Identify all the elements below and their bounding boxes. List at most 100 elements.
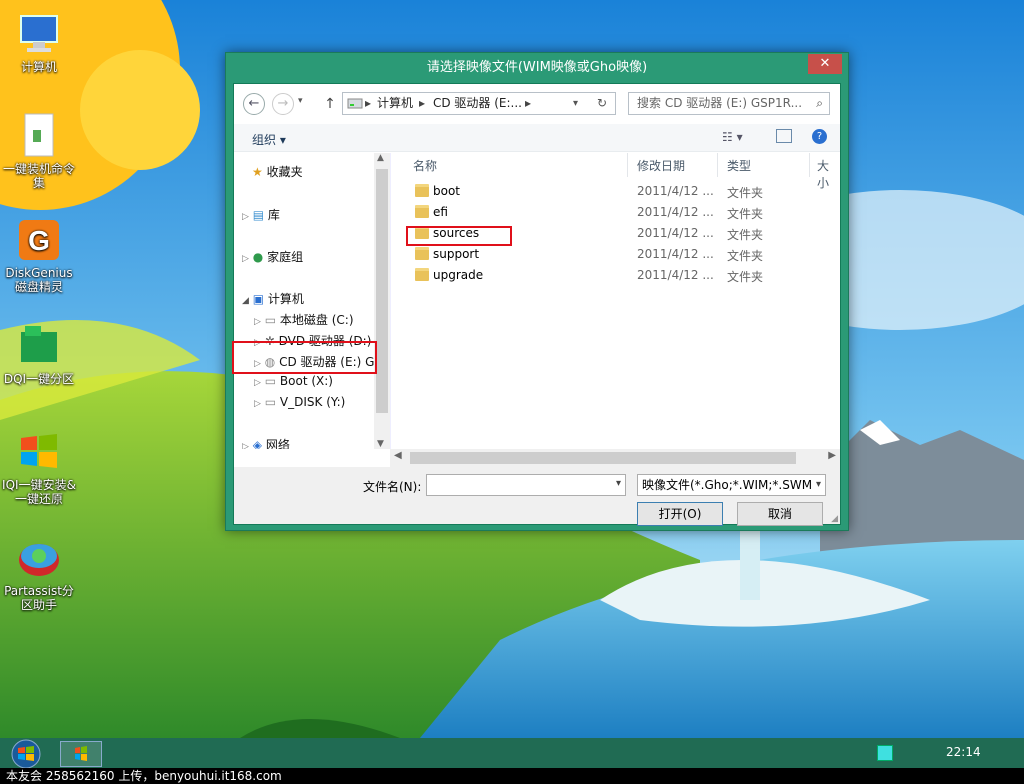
desktop-icon-label: DQI一键分区 [3,372,75,386]
scroll-left-icon[interactable]: ◀ [394,450,402,461]
document-icon [15,112,63,160]
address-dropdown-icon[interactable]: ▾ [573,93,578,114]
up-arrow-icon: ↑ [324,96,336,112]
svg-text:G: G [28,225,50,256]
desktop-icon-dqi[interactable]: DQI一键分区 [0,322,78,386]
scroll-up-icon[interactable]: ▲ [377,153,384,163]
expand-arrow-icon: ▷ [254,317,261,327]
desktop-icon-partassist[interactable]: Partassist分区助手 [0,534,78,612]
clock[interactable]: 22:14 [946,745,981,759]
nav-item-computer[interactable]: ◢ ▣ 计算机 [242,290,304,307]
highlight-box-cd-drive [232,341,377,374]
close-button[interactable]: ✕ [808,54,842,74]
file-row[interactable]: support 2011/4/12 ... 文件夹 [391,244,840,265]
highlight-box-sources [406,226,512,246]
dialog-title: 请选择映像文件(WIM映像或Gho映像) [426,60,648,75]
scroll-right-icon[interactable]: ▶ [828,450,836,461]
desktop-icon-label: 计算机 [20,60,57,74]
search-input[interactable]: 搜索 CD 驱动器 (E:) GSP1R... ⌕ [628,92,830,115]
desktop-icon-label: 一键装机命令集 [2,162,75,190]
scrollbar-thumb[interactable] [410,452,796,464]
expand-arrow-icon: ▷ [242,254,249,264]
navigation-scrollbar[interactable]: ▲ ▼ [374,153,390,449]
hard-drive-icon: ▭ [264,395,277,409]
file-row[interactable]: boot 2011/4/12 ... 文件夹 [391,181,840,202]
nav-item-favorites[interactable]: ★ 收藏夹 [252,163,303,180]
file-row[interactable]: efi 2011/4/12 ... 文件夹 [391,202,840,223]
nav-item-drive-y[interactable]: ▷ ▭ V_DISK (Y:) [254,395,345,409]
up-button[interactable]: ↑ [322,94,338,114]
hard-drive-icon: ▭ [264,374,277,388]
file-name: upgrade [433,268,484,282]
organize-menu[interactable]: 组织 ▾ [252,131,286,148]
desktop-icon-install-commands[interactable]: 一键装机命令集 [0,112,78,190]
search-icon: ⌕ [816,96,823,110]
breadcrumb-separator: ▸ [419,96,426,110]
hard-drive-icon: ▭ [264,313,277,327]
file-type-filter[interactable]: 映像文件(*.Gho;*.WIM;*.SWM ▾ [637,474,826,496]
column-separator [627,153,628,177]
filename-label: 文件名(N): [363,480,422,494]
file-modified: 2011/4/12 ... [637,247,714,261]
input-method-icon[interactable] [877,745,893,761]
nav-item-label: 计算机 [267,292,304,306]
expand-arrow-icon: ▷ [254,399,261,409]
desktop-icon-diskgenius[interactable]: G DiskGenius磁盘精灵 [0,216,78,294]
chevron-down-icon[interactable]: ▾ [616,478,621,489]
column-header-modified[interactable]: 修改日期 [637,157,685,174]
resize-grip-icon[interactable]: ◢ [831,514,838,524]
filename-input[interactable]: ▾ [426,474,626,496]
scroll-down-icon[interactable]: ▼ [377,439,384,449]
taskbar-window-button[interactable] [60,741,102,767]
nav-item-drive-x[interactable]: ▷ ▭ Boot (X:) [254,374,333,388]
drive-icon [347,96,363,117]
partassist-icon [15,534,63,582]
refresh-icon[interactable]: ↻ [597,93,607,114]
taskbar: 22:14 [0,738,1024,769]
file-row[interactable]: upgrade 2011/4/12 ... 文件夹 [391,265,840,286]
nav-item-label: 网络 [265,438,290,449]
dialog-footer: 文件名(N): ▾ 映像文件(*.Gho;*.WIM;*.SWM ▾ 打开(O)… [234,467,840,526]
nav-item-drive-c[interactable]: ▷ ▭ 本地磁盘 (C:) [254,311,354,328]
windows-logo-icon [15,428,63,476]
forward-button[interactable]: → [272,93,294,115]
recent-locations-chevron-icon[interactable]: ▾ [298,96,303,106]
chevron-down-icon[interactable]: ▾ [815,475,821,495]
nav-item-network[interactable]: ▷ ◈ 网络 [242,436,290,449]
library-icon: ▤ [252,208,265,222]
navigation-pane: ★ 收藏夹 ▷ ▤ 库 ▷ ● 家庭组 ◢ ▣ 计算机 ▷ ▭ 本地磁盘 (C: [234,153,389,449]
column-header-name[interactable]: 名称 [413,157,437,174]
navigation-bar: ← → ▾ ↑ ▸ 计算机 ▸ CD 驱动器 (E:... ▸ ▾ ↻ 搜索 C… [234,84,840,124]
help-icon[interactable]: ? [812,129,827,144]
upload-credit: 本友会 258562160 上传，benyouhui.it168.com [0,768,1024,784]
view-options-icon[interactable]: ☷ ▾ [722,130,743,144]
file-type: 文件夹 [727,270,764,284]
file-name: efi [433,205,448,219]
nav-item-homegroup[interactable]: ▷ ● 家庭组 [242,248,303,265]
windows-logo-icon [75,746,87,761]
open-button[interactable]: 打开(O) [637,502,723,526]
horizontal-scrollbar[interactable]: ◀ ▶ [390,449,840,467]
back-arrow-icon: ← [248,96,260,111]
folder-icon [415,205,429,218]
computer-icon: ▣ [252,292,265,306]
homegroup-icon: ● [252,250,264,264]
column-header-type[interactable]: 类型 [727,157,751,174]
desktop-icon-iqi[interactable]: IQI一键安装&一键还原 [0,428,78,506]
cancel-button[interactable]: 取消 [737,502,823,526]
desktop-icon-computer[interactable]: 计算机 [0,10,78,74]
expand-arrow-icon: ▷ [242,442,249,449]
filter-value: 映像文件(*.Gho;*.WIM;*.SWM [642,478,813,492]
expand-arrow-icon: ▷ [242,212,249,222]
scrollbar-thumb[interactable] [376,169,388,413]
address-bar[interactable]: ▸ 计算机 ▸ CD 驱动器 (E:... ▸ ▾ ↻ [342,92,616,115]
folder-icon [415,184,429,197]
file-type: 文件夹 [727,207,764,221]
preview-pane-icon[interactable] [776,129,792,143]
nav-item-libraries[interactable]: ▷ ▤ 库 [242,206,280,223]
breadcrumb-cd-drive[interactable]: CD 驱动器 (E:... [433,93,522,114]
nav-item-label: 家庭组 [267,250,304,264]
back-button[interactable]: ← [243,93,265,115]
desktop-icon-label: DiskGenius磁盘精灵 [5,266,73,294]
breadcrumb-computer[interactable]: 计算机 [377,93,413,114]
